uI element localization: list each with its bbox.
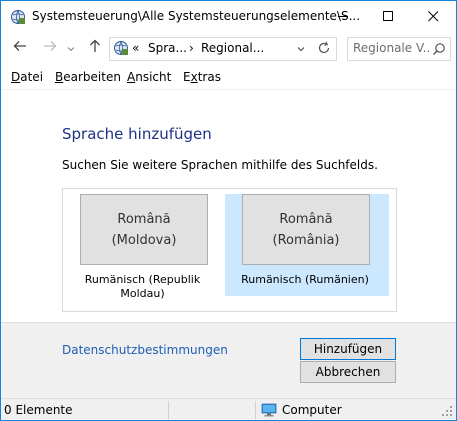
chevron-down-icon bbox=[67, 47, 75, 52]
regional-settings-icon bbox=[114, 41, 128, 55]
resize-grip-icon[interactable] bbox=[441, 405, 453, 417]
refresh-icon bbox=[318, 41, 330, 54]
language-caption: Rumänisch (Rumänien) bbox=[241, 273, 369, 286]
item-count: 0 Elemente bbox=[4, 403, 73, 417]
menu-bar: Datei Bearbeiten Ansicht Extras bbox=[1, 67, 456, 90]
status-divider bbox=[168, 401, 169, 419]
language-item-ro-ro[interactable]: Română (România) Rumänisch (Rumänien) bbox=[225, 194, 389, 296]
cancel-button[interactable]: Abbrechen bbox=[300, 361, 396, 383]
chevron-down-icon bbox=[297, 47, 305, 52]
refresh-button[interactable] bbox=[314, 37, 334, 59]
language-native-name: Română bbox=[279, 212, 333, 227]
maximize-icon bbox=[383, 11, 393, 21]
menu-item-bearbeiten[interactable]: Bearbeiten bbox=[55, 70, 121, 84]
language-native-name: Română bbox=[117, 212, 171, 227]
language-native-region: (România) bbox=[272, 233, 340, 248]
menu-item-datei[interactable]: Datei bbox=[11, 70, 43, 84]
menu-label-rest: tras bbox=[197, 70, 221, 84]
arrow-right-icon bbox=[44, 41, 57, 51]
minimize-icon bbox=[338, 16, 348, 17]
dialog-footer: Datenschutzbestimmungen Hinzufügen Abbre… bbox=[1, 322, 456, 398]
arrow-left-icon bbox=[13, 41, 26, 51]
address-dropdown-button[interactable] bbox=[293, 37, 309, 59]
address-overflow[interactable]: « bbox=[132, 41, 139, 55]
address-separator[interactable]: › bbox=[189, 41, 194, 55]
status-bar: 0 Elemente Computer bbox=[1, 398, 456, 420]
navigation-bar: « Spra... › Regional... bbox=[1, 34, 456, 62]
menu-item-extras[interactable]: Extras bbox=[183, 70, 221, 84]
up-button[interactable] bbox=[86, 39, 104, 57]
main-content: Sprache hinzufügen Suchen Sie weitere Sp… bbox=[1, 90, 456, 322]
back-button[interactable] bbox=[11, 39, 29, 57]
menu-item-ansicht[interactable]: Ansicht bbox=[127, 70, 171, 84]
menu-label-rest: atei bbox=[20, 70, 44, 84]
menu-accelerator: A bbox=[127, 70, 136, 84]
address-segment-regional[interactable]: Regional... bbox=[201, 41, 264, 55]
address-segment-language[interactable]: Spra... bbox=[148, 41, 187, 55]
language-caption: Rumänisch (Republik Moldau) bbox=[84, 273, 201, 300]
menu-accelerator: x bbox=[190, 70, 198, 84]
menu-accelerator: B bbox=[55, 70, 64, 84]
language-list: Română (Moldova) Rumänisch (Republik Mol… bbox=[62, 188, 397, 312]
menu-label-pre: E bbox=[183, 70, 191, 84]
regional-settings-icon bbox=[11, 10, 25, 24]
language-tile[interactable]: Română (România) bbox=[242, 194, 370, 265]
page-title: Sprache hinzufügen bbox=[62, 125, 212, 143]
instruction-text: Suchen Sie weitere Sprachen mithilfe des… bbox=[62, 158, 378, 172]
computer-icon bbox=[261, 403, 277, 417]
maximize-button[interactable] bbox=[366, 1, 411, 32]
location-label: Computer bbox=[282, 403, 342, 417]
recent-locations-button[interactable] bbox=[65, 39, 77, 57]
status-divider bbox=[255, 401, 256, 419]
close-button[interactable] bbox=[411, 1, 456, 32]
window-title: Systemsteuerung\Alle Systemsteuerungsele… bbox=[32, 9, 361, 23]
language-native-region: (Moldova) bbox=[111, 233, 177, 248]
search-box[interactable] bbox=[347, 37, 451, 61]
close-icon bbox=[428, 11, 439, 22]
search-input[interactable] bbox=[348, 38, 429, 58]
menu-label-rest: nsicht bbox=[135, 70, 172, 84]
menu-label-rest: earbeiten bbox=[63, 70, 121, 84]
title-bar[interactable]: Systemsteuerung\Alle Systemsteuerungsele… bbox=[1, 1, 456, 32]
control-panel-window: Systemsteuerung\Alle Systemsteuerungsele… bbox=[0, 0, 457, 421]
forward-button[interactable] bbox=[41, 39, 59, 57]
add-button[interactable]: Hinzufügen bbox=[300, 338, 396, 360]
language-item-ro-md[interactable]: Română (Moldova) Rumänisch (Republik Mol… bbox=[71, 194, 214, 300]
menu-accelerator: D bbox=[11, 70, 21, 84]
arrow-up-icon bbox=[90, 39, 100, 52]
search-icon bbox=[433, 43, 445, 55]
language-tile[interactable]: Română (Moldova) bbox=[80, 194, 208, 265]
privacy-link[interactable]: Datenschutzbestimmungen bbox=[62, 343, 228, 357]
minimize-button[interactable] bbox=[321, 1, 366, 32]
